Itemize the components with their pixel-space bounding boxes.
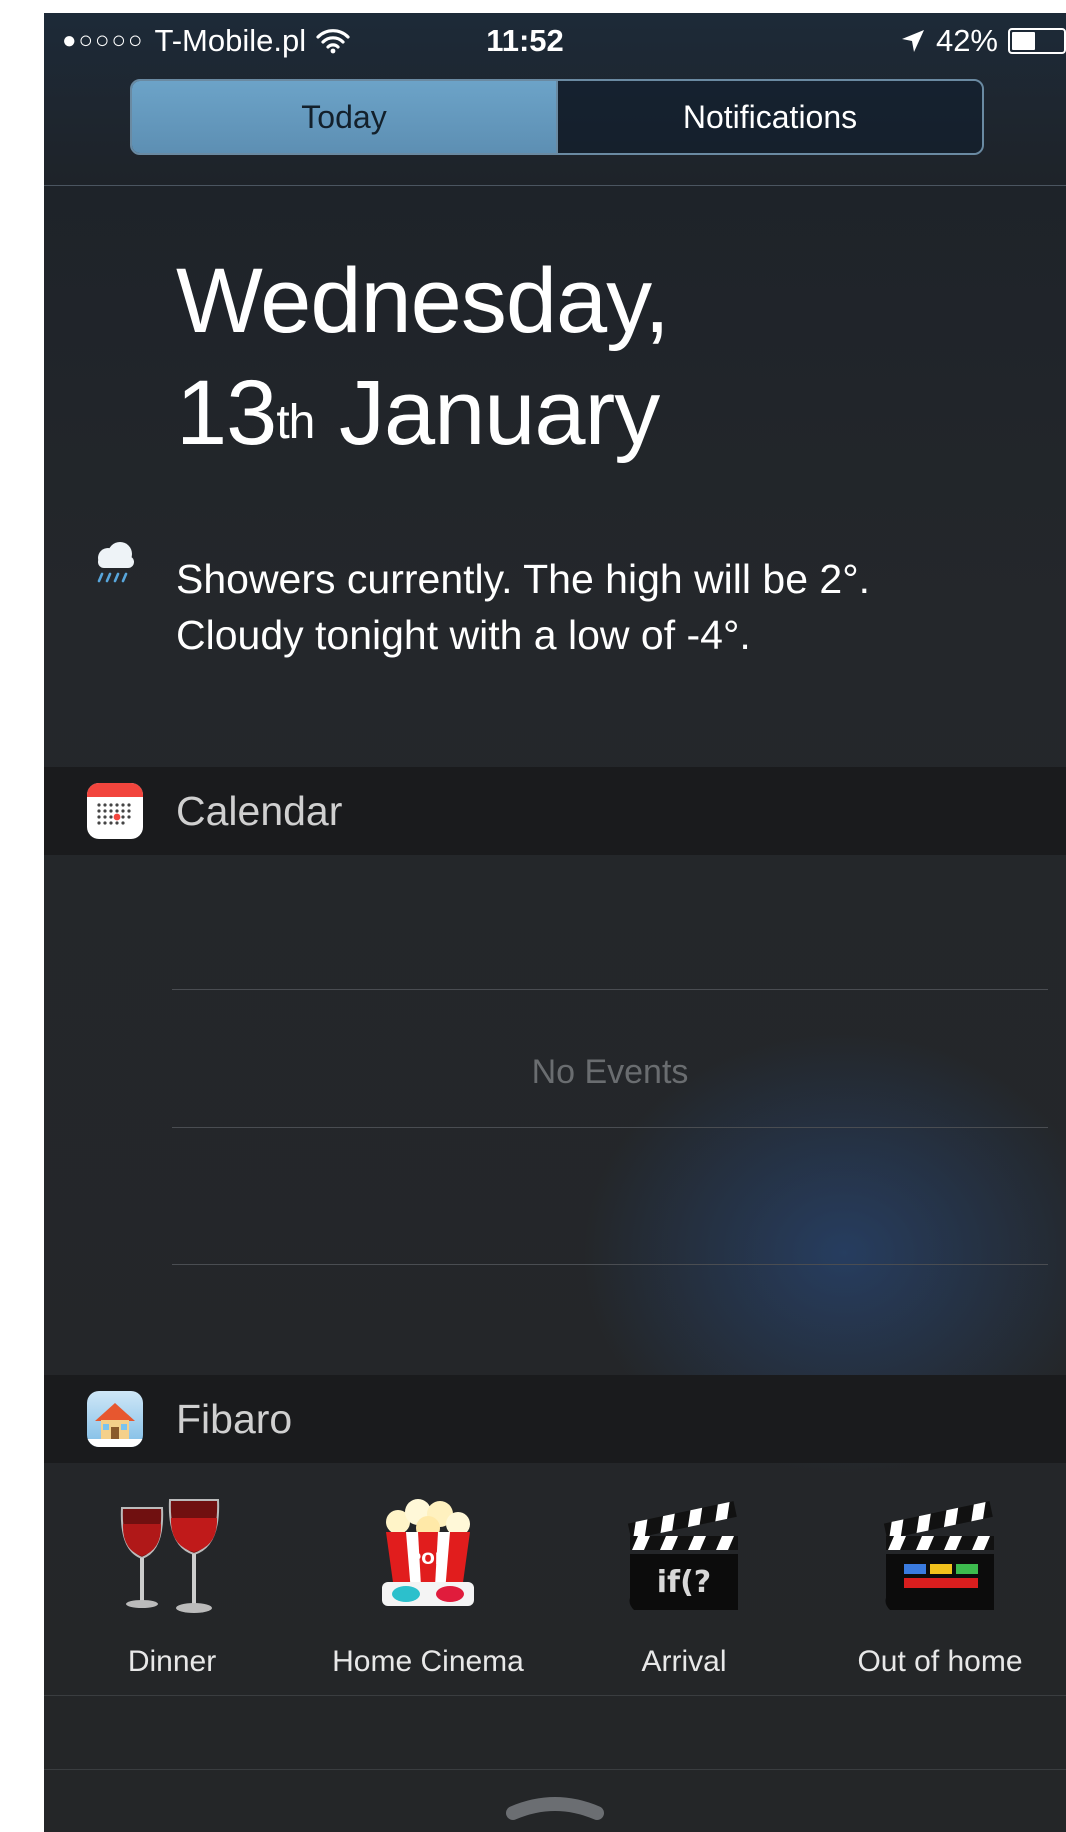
date-weekday: Wednesday, <box>176 250 670 352</box>
scene-dinner[interactable]: Dinner <box>44 1498 300 1679</box>
tab-today[interactable]: Today <box>132 81 556 153</box>
no-events-label: No Events <box>531 1053 689 1091</box>
clapperboard-if-icon: if(? <box>627 1501 738 1610</box>
status-bar: ●○○○○ T-Mobile.pl 11:52 42% <box>44 13 1066 69</box>
scene-dinner-label: Dinner <box>127 1645 217 1678</box>
scene-home-cinema[interactable]: POP Home Cinema <box>300 1498 556 1679</box>
battery-percent: 42% <box>935 23 998 58</box>
battery-icon <box>1008 28 1066 54</box>
fibaro-widget-header[interactable]: Fibaro <box>44 1375 1066 1463</box>
date-day: 13 <box>176 362 277 464</box>
wine-glasses-icon <box>120 1499 220 1613</box>
fibaro-widget-title: Fibaro <box>176 1395 293 1442</box>
calendar-divider <box>172 1264 1048 1265</box>
calendar-widget-title: Calendar <box>176 787 343 834</box>
status-time: 11:52 <box>486 23 564 58</box>
header-divider <box>44 185 1066 186</box>
weather-line-current: Showers currently. The high will be 2°. <box>176 556 870 602</box>
calendar-divider <box>172 1127 1048 1128</box>
location-arrow-icon <box>901 30 924 52</box>
date-summary: Wednesday, 13th January <box>176 245 670 469</box>
grabber-handle-icon[interactable] <box>505 1791 605 1821</box>
scene-home-cinema-label: Home Cinema <box>332 1645 524 1678</box>
weather-forecast-text: Showers currently. The high will be 2°. … <box>176 551 1036 663</box>
weather-line-tonight: Cloudy tonight with a low of -4°. <box>176 612 751 658</box>
scene-arrival-label: Arrival <box>641 1645 727 1678</box>
scene-arrival[interactable]: if(? Arrival <box>556 1498 812 1679</box>
date-day-month: 13th January <box>176 357 669 469</box>
svg-text:POP: POP <box>409 1549 446 1568</box>
fibaro-app-icon <box>87 1391 143 1447</box>
clapperboard-blocks-icon <box>883 1501 994 1610</box>
segmented-control: Today Notifications <box>130 79 984 155</box>
date-ordinal-suffix: th <box>276 396 315 449</box>
calendar-widget-header[interactable]: Calendar <box>44 767 1066 855</box>
status-right: 42% <box>900 23 1066 59</box>
rain-cloud-icon <box>97 542 134 583</box>
scene-out-of-home-label: Out of home <box>857 1645 1023 1678</box>
tab-notifications[interactable]: Notifications <box>556 81 982 153</box>
fibaro-divider <box>44 1695 1066 1696</box>
calendar-divider <box>172 989 1048 990</box>
today-view-screen: ●○○○○ T-Mobile.pl 11:52 42% Today Notifi… <box>44 13 1066 1832</box>
date-month: January <box>338 362 660 464</box>
popcorn-icon: POP <box>382 1499 474 1606</box>
bottom-divider <box>44 1769 1066 1770</box>
calendar-app-icon <box>87 783 143 839</box>
battery-fill <box>1012 32 1035 50</box>
scene-out-of-home[interactable]: Out of home <box>812 1498 1066 1679</box>
svg-text:if(?: if(? <box>657 1565 711 1600</box>
